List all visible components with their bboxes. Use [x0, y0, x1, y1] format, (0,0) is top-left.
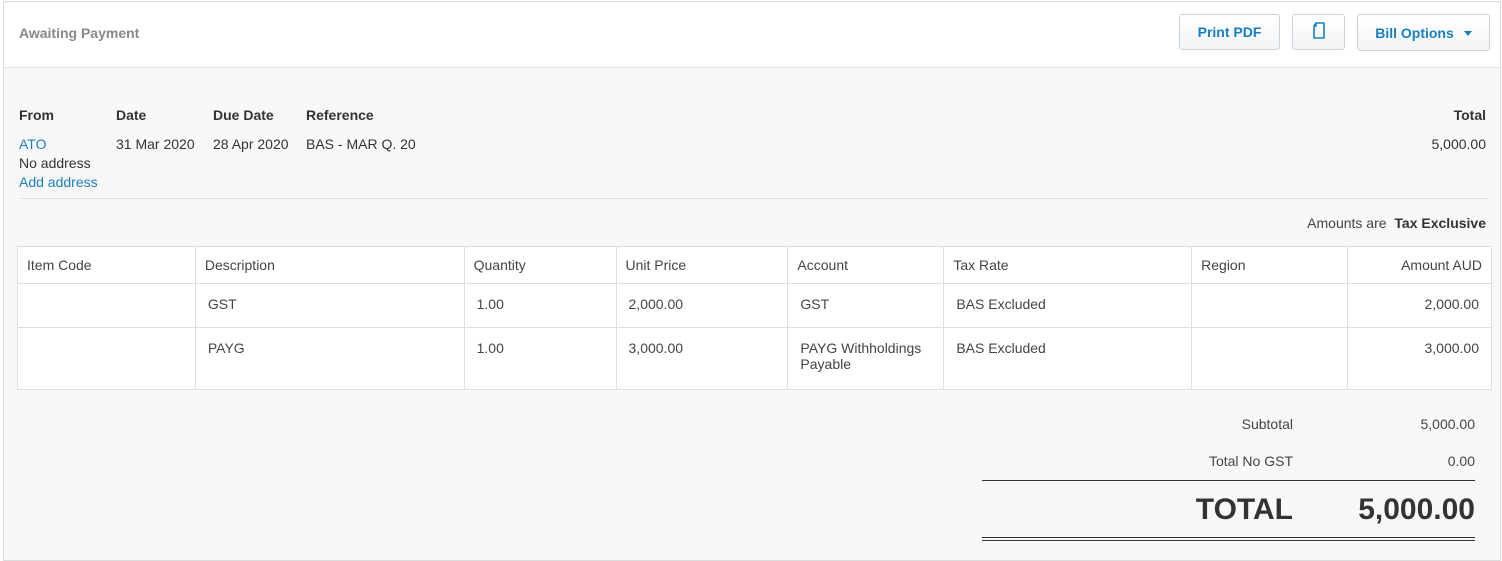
column-header: Region — [1191, 246, 1349, 284]
total-no-gst-label: Total No GST — [1208, 453, 1293, 469]
add-address-link[interactable]: Add address — [19, 174, 98, 190]
unit-price-cell: 3,000.00 — [615, 327, 789, 390]
reference-label: Reference — [306, 107, 374, 123]
quantity-cell: 1.00 — [463, 327, 617, 390]
date-value: 31 Mar 2020 — [116, 136, 195, 152]
column-header: Quantity — [463, 246, 617, 284]
quantity-cell: 1.00 — [463, 283, 617, 328]
column-header: Item Code — [17, 246, 196, 284]
account-cell: GST — [787, 283, 945, 328]
total-double-rule — [982, 540, 1475, 541]
description-cell: GST — [194, 283, 465, 328]
column-header: Description — [194, 246, 465, 284]
column-header: Tax Rate — [943, 246, 1193, 284]
column-header: Account — [787, 246, 945, 284]
amount-cell: 2,000.00 — [1347, 283, 1492, 328]
bill-toolbar: Awaiting Payment Print PDF Bill Options — [4, 2, 1500, 68]
total-divider — [982, 480, 1475, 481]
copy-button[interactable] — [1292, 14, 1345, 50]
table-row[interactable]: GST 1.00 2,000.00 GST BAS Excluded 2,000… — [17, 283, 1492, 328]
region-cell — [1191, 327, 1349, 390]
grand-total-value: 5,000.00 — [1358, 493, 1475, 526]
print-pdf-button[interactable]: Print PDF — [1179, 14, 1280, 50]
account-cell: PAYG Withholdings Payable — [787, 327, 945, 390]
region-cell — [1191, 283, 1349, 328]
bill-options-button[interactable]: Bill Options — [1357, 14, 1490, 51]
from-contact-link[interactable]: ATO — [19, 136, 47, 152]
reference-value: BAS - MAR Q. 20 — [306, 136, 416, 152]
amounts-are: Amounts are Tax Exclusive — [1307, 215, 1486, 231]
tax-rate-cell: BAS Excluded — [943, 327, 1193, 390]
address-text: No address — [19, 155, 91, 171]
subtotal-value: 5,000.00 — [1420, 416, 1476, 432]
table-header-row: Item Code Description Quantity Unit Pric… — [17, 246, 1492, 284]
amounts-are-value: Tax Exclusive — [1394, 215, 1486, 231]
description-cell: PAYG — [194, 327, 465, 390]
date-label: Date — [116, 107, 147, 123]
chevron-down-icon — [1463, 31, 1472, 36]
total-no-gst-value: 0.00 — [1447, 453, 1475, 469]
item-code-cell — [17, 327, 196, 390]
bill-panel: Awaiting Payment Print PDF Bill Options … — [3, 1, 1501, 561]
total-double-rule — [982, 537, 1475, 538]
line-items-table: Item Code Description Quantity Unit Pric… — [17, 246, 1492, 390]
from-label: From — [19, 107, 54, 123]
amounts-are-label: Amounts are — [1307, 215, 1387, 231]
status-label: Awaiting Payment — [19, 25, 140, 41]
amount-cell: 3,000.00 — [1347, 327, 1492, 390]
due-date-label: Due Date — [213, 107, 274, 123]
column-header: Amount AUD — [1347, 246, 1492, 284]
bill-options-label: Bill Options — [1375, 24, 1454, 41]
column-header: Unit Price — [615, 246, 789, 284]
grand-total-label: TOTAL — [1195, 493, 1293, 526]
item-code-cell — [17, 283, 196, 328]
unit-price-cell: 2,000.00 — [615, 283, 789, 328]
tax-rate-cell: BAS Excluded — [943, 283, 1193, 328]
due-date-value: 28 Apr 2020 — [213, 136, 289, 152]
subtotal-label: Subtotal — [1241, 416, 1293, 432]
divider — [19, 198, 1489, 199]
table-row[interactable]: PAYG 1.00 3,000.00 PAYG Withholdings Pay… — [17, 327, 1492, 390]
document-copy-icon — [1312, 22, 1326, 42]
total-header-label: Total — [1453, 107, 1486, 123]
total-header-value: 5,000.00 — [1431, 136, 1487, 152]
